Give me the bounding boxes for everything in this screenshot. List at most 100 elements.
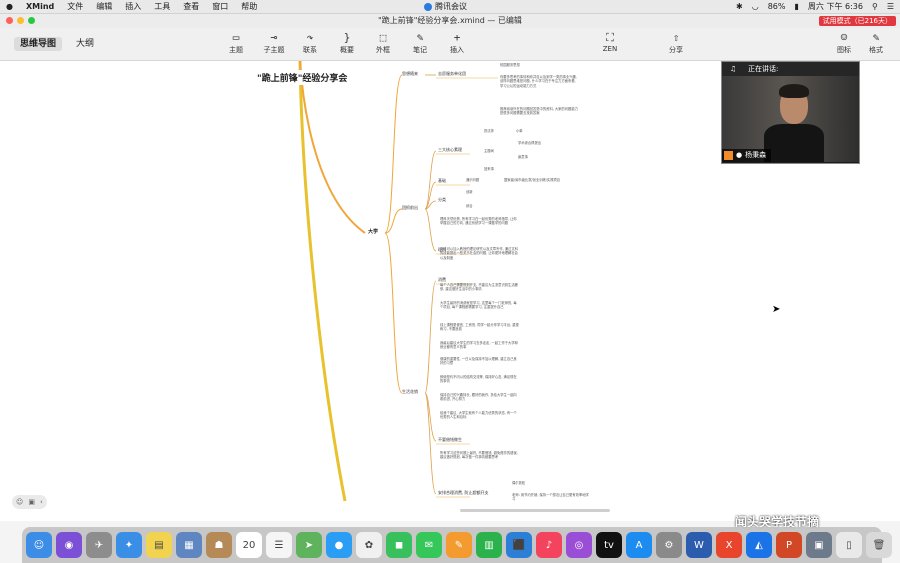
boundary-button[interactable]: ⬚ 外框 bbox=[365, 30, 401, 55]
menu-window[interactable]: 窗口 bbox=[212, 0, 228, 13]
reminders-icon[interactable]: ☰ bbox=[266, 532, 292, 558]
note-text: 通识问题 bbox=[466, 178, 480, 182]
tencent-meeting-status[interactable]: 腾讯会议 bbox=[424, 0, 467, 13]
format-button[interactable]: ✎ 格式 bbox=[858, 30, 894, 55]
branch-topic[interactable]: 团抓前出 bbox=[402, 205, 418, 210]
battery-label[interactable]: 86% bbox=[768, 0, 786, 13]
central-topic[interactable]: "跪上前锋"经验分享会 bbox=[253, 70, 352, 85]
summary-label: 概要 bbox=[340, 46, 354, 54]
menu-bar: ● XMind 文件 编辑 插入 工具 查看 窗口 帮助 腾讯会议 ✱ ◡ 86… bbox=[0, 0, 900, 14]
notes-app-icon[interactable]: ▤ bbox=[146, 532, 172, 558]
system-preferences-icon[interactable]: ⚙ bbox=[656, 532, 682, 558]
safari-icon[interactable]: ✦ bbox=[116, 532, 142, 558]
subtopic[interactable]: 分类 bbox=[438, 197, 446, 202]
zoom-window-button[interactable] bbox=[28, 17, 35, 24]
trash-icon[interactable]: 🗑 bbox=[866, 532, 892, 558]
bluetooth-icon[interactable]: ✱ bbox=[736, 0, 743, 13]
emoji-icon[interactable]: ☺ bbox=[16, 498, 23, 506]
menu-file[interactable]: 文件 bbox=[67, 0, 83, 13]
relationship-label: 联系 bbox=[303, 46, 317, 54]
subtopic[interactable]: 安排合理消费, 防止超额开支 bbox=[438, 490, 489, 495]
pages-icon[interactable]: ✎ bbox=[446, 532, 472, 558]
trial-badge[interactable]: 试用模式（已216天） bbox=[818, 16, 896, 26]
speaker-name-tag: ● 杨秉森 bbox=[722, 149, 772, 162]
subtopic[interactable]: 基础 bbox=[438, 178, 446, 183]
toolbar: 思维导图 大纲 ▭ 主题 ⊸ 子主题 ↷ 联系 } 概要 ⬚ 外框 ✎ 笔记 +… bbox=[0, 28, 900, 61]
screenshot-icon[interactable]: ▣ bbox=[806, 532, 832, 558]
documents-icon[interactable]: ▯ bbox=[836, 532, 862, 558]
preview-icon[interactable]: ▦ bbox=[176, 532, 202, 558]
note-text: 线上课程更便宜, 工资低, 同学一起分享学习平台, 重视练习, 不要浪费 bbox=[440, 323, 519, 332]
icons-button[interactable]: ☺ 图标 bbox=[826, 30, 862, 55]
subtopic[interactable]: 志愿服务单化团 bbox=[438, 71, 466, 76]
tv-icon[interactable]: tv bbox=[596, 532, 622, 558]
tab-mind-map[interactable]: 思维导图 bbox=[14, 37, 63, 51]
notes-icon: ✎ bbox=[416, 31, 424, 44]
finder-icon[interactable]: ☺ bbox=[26, 532, 52, 558]
search-icon[interactable]: ⚲ bbox=[872, 0, 878, 13]
smiley-icon: ☺ bbox=[840, 31, 848, 44]
close-window-button[interactable] bbox=[6, 17, 13, 24]
app-store-icon[interactable]: A bbox=[626, 532, 652, 558]
note-text: 保持自己的兴趣特长, 跟好的我作, 多给大学生一起向着前进, 开心努力 bbox=[440, 393, 517, 402]
subtopic[interactable]: 不要借钱做生 bbox=[438, 437, 462, 442]
clock[interactable]: 周六 下午 6:36 bbox=[808, 0, 863, 13]
sub-line bbox=[424, 150, 437, 210]
main-branch-topic[interactable]: 大学 bbox=[368, 228, 378, 235]
keynote-icon[interactable]: ⬛ bbox=[506, 532, 532, 558]
contacts-icon[interactable]: ☗ bbox=[206, 532, 232, 558]
music-icon[interactable]: ♪ bbox=[536, 532, 562, 558]
notes-button[interactable]: ✎ 笔记 bbox=[402, 30, 438, 55]
boundary-icon: ⬚ bbox=[379, 31, 387, 44]
chevron-left-icon[interactable]: ‹ bbox=[40, 498, 43, 506]
note-text: 所有学习这些问题上最热, 不要借钱, 避免借贷的错误, 建议做好规划, 每次做一… bbox=[440, 451, 518, 460]
menu-view[interactable]: 查看 bbox=[183, 0, 199, 13]
speaking-header: ♫ 正在讲话: bbox=[722, 62, 859, 76]
menu-tools[interactable]: 工具 bbox=[154, 0, 170, 13]
branch-topic[interactable]: 思想随来 bbox=[402, 71, 418, 76]
branch-topic[interactable]: 生活花销 bbox=[402, 389, 418, 394]
control-center-icon[interactable]: ☰ bbox=[887, 0, 894, 13]
insert-button[interactable]: + 插入 bbox=[439, 30, 475, 55]
siri-icon[interactable]: ◉ bbox=[56, 532, 82, 558]
launchpad-icon[interactable]: ✈ bbox=[86, 532, 112, 558]
apple-menu-icon[interactable]: ● bbox=[6, 0, 13, 13]
xmind-icon[interactable]: X bbox=[716, 532, 742, 558]
summary-button[interactable]: } 概要 bbox=[329, 30, 365, 55]
maps-icon[interactable]: ➤ bbox=[296, 532, 322, 558]
tencent-meeting-icon[interactable]: ◭ bbox=[746, 532, 772, 558]
video-call-panel[interactable]: ♫ 正在讲话: ● 杨秉森 bbox=[721, 61, 860, 164]
app-menu[interactable]: XMind bbox=[26, 0, 54, 13]
minimize-window-button[interactable] bbox=[17, 17, 24, 24]
menu-insert[interactable]: 插入 bbox=[125, 0, 141, 13]
facetime-icon[interactable]: ◼ bbox=[386, 532, 412, 558]
comment-icon[interactable]: ▣ bbox=[28, 498, 35, 506]
calendar-icon[interactable]: 20 bbox=[236, 532, 262, 558]
horizontal-scrollbar[interactable] bbox=[460, 509, 610, 512]
messages-icon[interactable]: ✉ bbox=[416, 532, 442, 558]
share-button[interactable]: ⇧ 分享 bbox=[658, 30, 694, 55]
powerpoint-icon[interactable]: P bbox=[776, 532, 802, 558]
battery-icon[interactable]: ▮ bbox=[795, 0, 799, 13]
note-text: 每个人自己需要规划开支, 不建议为主流意识到生活奢侈, 建议做好生活中的小事情 bbox=[440, 283, 518, 292]
subtopic[interactable]: 三大核心素理 bbox=[438, 147, 462, 152]
insert-icon: + bbox=[453, 31, 461, 44]
podcasts-icon[interactable]: ◎ bbox=[566, 532, 592, 558]
zen-button[interactable]: ⛶ ZEN bbox=[592, 30, 628, 53]
note-text: 创新 bbox=[466, 190, 473, 194]
tab-outline[interactable]: 大纲 bbox=[70, 37, 100, 51]
speaking-label: 正在讲话: bbox=[748, 65, 779, 73]
numbers-icon[interactable]: ▥ bbox=[476, 532, 502, 558]
photos-icon[interactable]: ✿ bbox=[356, 532, 382, 558]
sub-line bbox=[424, 280, 437, 394]
subtopic-button[interactable]: ⊸ 子主题 bbox=[256, 30, 292, 55]
subtopic[interactable]: 消费 bbox=[438, 277, 446, 282]
wifi-icon[interactable]: ◡ bbox=[752, 0, 759, 13]
menu-edit[interactable]: 编辑 bbox=[96, 0, 112, 13]
menu-help[interactable]: 帮助 bbox=[241, 0, 257, 13]
relationship-button[interactable]: ↷ 联系 bbox=[292, 30, 328, 55]
messages-bubble-icon[interactable]: ● bbox=[326, 532, 352, 558]
zoom-control[interactable]: ☺ ▣ ‹ bbox=[12, 495, 47, 509]
word-icon[interactable]: W bbox=[686, 532, 712, 558]
topic-button[interactable]: ▭ 主题 bbox=[218, 30, 254, 55]
